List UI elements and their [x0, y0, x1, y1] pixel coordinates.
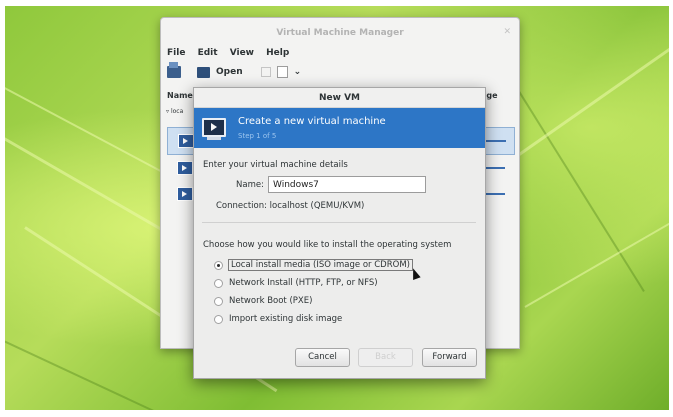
name-label: Name: — [236, 180, 264, 190]
wizard-banner: Create a new virtual machine Step 1 of 5 — [194, 108, 485, 148]
toolbar: Open ⌄ — [167, 62, 302, 78]
option-label: Import existing disk image — [229, 314, 343, 324]
usage-graph — [485, 167, 505, 169]
radio-selected[interactable] — [214, 260, 223, 270]
monitor-icon — [197, 66, 210, 78]
group-label: loca — [170, 108, 184, 115]
connection-label: Connection: — [216, 201, 267, 211]
option-label: Local install media (ISO image or CDROM) — [228, 259, 413, 271]
radio-unselected[interactable] — [214, 296, 223, 306]
cancel-button[interactable]: Cancel — [295, 348, 350, 367]
usage-graph — [486, 140, 506, 142]
install-heading: Choose how you would like to install the… — [203, 240, 452, 250]
option-local-media[interactable]: Local install media (ISO image or CDROM) — [214, 257, 413, 273]
back-button[interactable]: Back — [358, 348, 413, 367]
option-label: Network Install (HTTP, FTP, or NFS) — [229, 278, 378, 288]
banner-title: Create a new virtual machine — [238, 116, 386, 127]
close-icon[interactable]: ✕ — [503, 27, 511, 37]
option-label: Network Boot (PXE) — [229, 296, 313, 306]
divider — [202, 222, 476, 223]
name-field[interactable] — [268, 176, 426, 193]
pause-icon[interactable] — [260, 67, 271, 77]
step-indicator: Step 1 of 5 — [238, 132, 277, 140]
leaf-vein — [524, 196, 669, 308]
group-localhost[interactable]: ▿ loca — [166, 108, 183, 115]
vm-icon — [178, 134, 194, 148]
window-title: Virtual Machine Manager — [276, 28, 404, 38]
chevron-down-icon[interactable]: ⌄ — [294, 67, 302, 77]
leaf-vein — [5, 336, 177, 410]
option-import-disk[interactable]: Import existing disk image — [214, 311, 342, 327]
forward-button[interactable]: Forward — [422, 348, 477, 367]
details-heading: Enter your virtual machine details — [203, 160, 348, 170]
usage-graph — [485, 193, 505, 195]
connection-value: localhost (QEMU/KVM) — [269, 201, 365, 211]
new-vm-dialog: New VM Create a new virtual machine Step… — [193, 87, 486, 379]
radio-unselected[interactable] — [214, 278, 223, 288]
column-name[interactable]: Name — [167, 91, 193, 100]
expander-icon[interactable]: ▿ — [166, 108, 169, 115]
vm-icon — [177, 187, 193, 201]
option-network-boot[interactable]: Network Boot (PXE) — [214, 293, 312, 309]
vm-icon — [177, 161, 193, 175]
dialog-title: New VM — [194, 88, 485, 108]
new-vm-icon[interactable] — [167, 62, 181, 78]
menu-file[interactable]: File — [167, 48, 185, 58]
open-button[interactable]: Open — [216, 67, 243, 77]
monitor-icon — [202, 118, 226, 137]
leaf-vein — [514, 7, 669, 159]
power-icon[interactable] — [276, 66, 288, 78]
monitor-stand — [207, 137, 221, 140]
connection-info: Connection: localhost (QEMU/KVM) — [216, 201, 364, 211]
menu-view[interactable]: View — [230, 48, 254, 58]
menu-help[interactable]: Help — [266, 48, 289, 58]
radio-unselected[interactable] — [214, 314, 223, 324]
menu-edit[interactable]: Edit — [198, 48, 218, 58]
menu-bar: File Edit View Help — [167, 48, 298, 58]
option-network-install[interactable]: Network Install (HTTP, FTP, or NFS) — [214, 275, 378, 291]
